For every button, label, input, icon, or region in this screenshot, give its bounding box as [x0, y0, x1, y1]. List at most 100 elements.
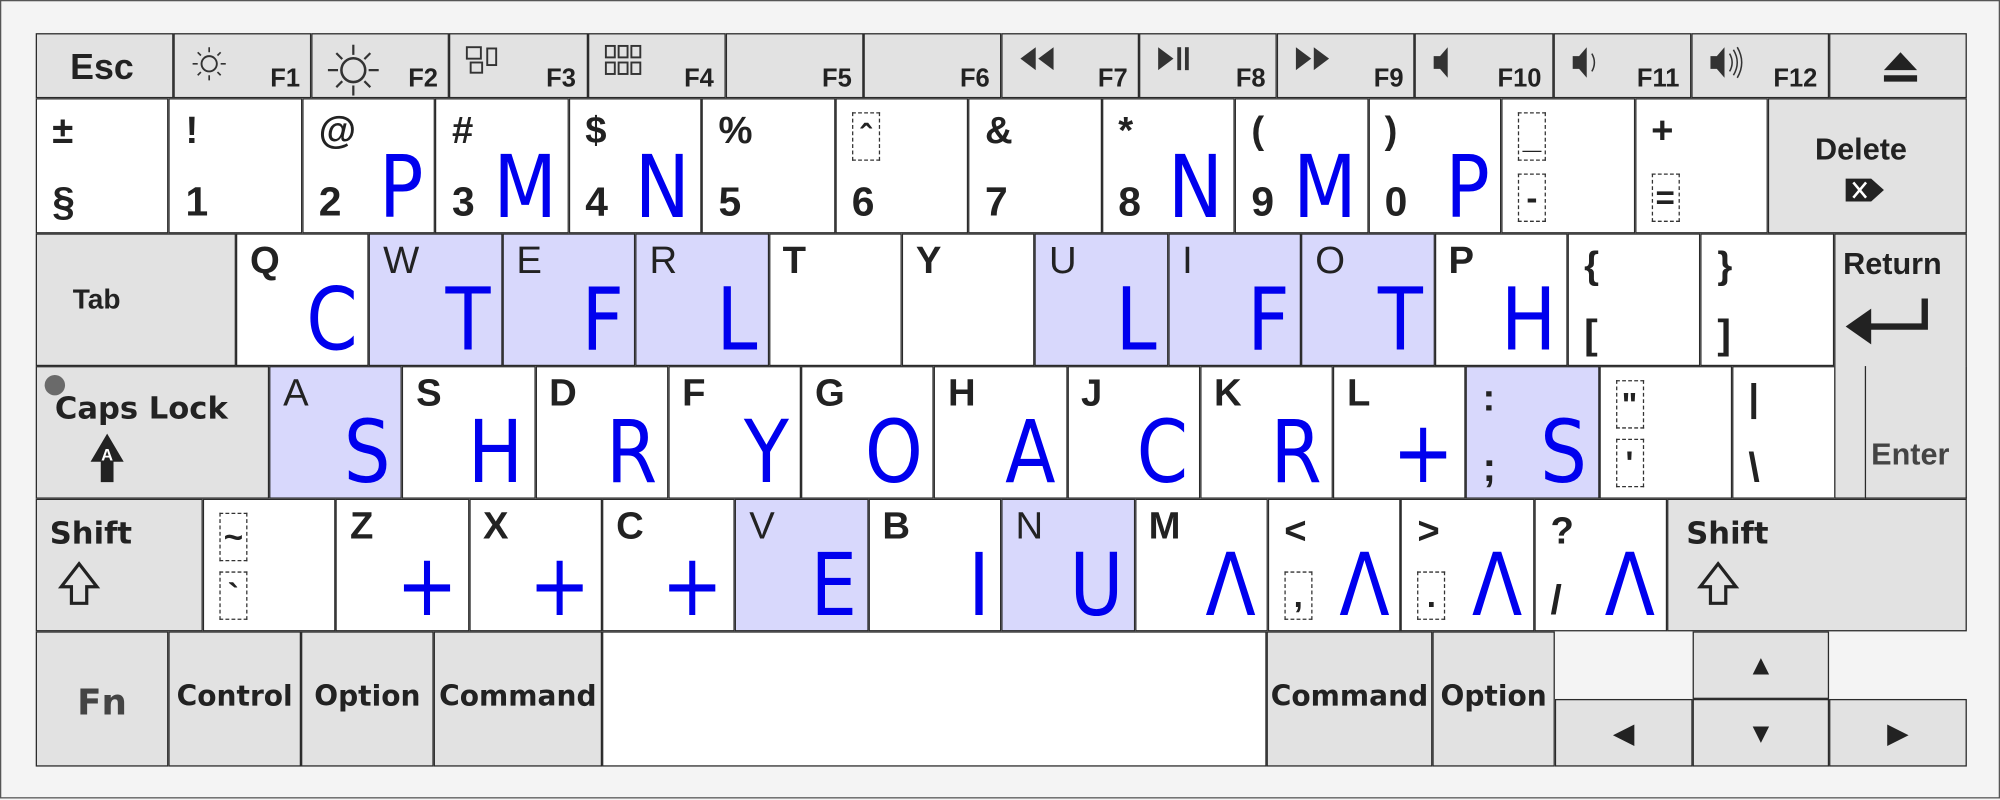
key-j[interactable]: JC: [1066, 366, 1200, 499]
key-blank[interactable]: }]: [1700, 233, 1834, 367]
blue-layout-label: P: [379, 137, 424, 234]
arrow-right-key[interactable]: ▶: [1829, 698, 1967, 767]
key-legend-shift: $: [585, 109, 607, 152]
key-u[interactable]: UL: [1034, 233, 1169, 367]
key-f6[interactable]: F6: [863, 33, 1002, 99]
key-z[interactable]: Z +: [335, 498, 470, 632]
key-legend-base: ]: [1717, 311, 1731, 358]
key-g[interactable]: GO: [801, 366, 934, 499]
key-t[interactable]: T: [768, 233, 902, 367]
key-f2[interactable]: F2: [311, 33, 450, 99]
key-k[interactable]: KR: [1199, 366, 1333, 499]
key-blank[interactable]: ? / Λ: [1533, 498, 1668, 632]
key-n[interactable]: NU: [1001, 498, 1135, 632]
key-f1[interactable]: F1: [173, 33, 312, 99]
blue-layout-label: R: [1270, 403, 1322, 499]
key-i[interactable]: IF: [1168, 233, 1302, 367]
key-caps-lock[interactable]: Caps Lock A: [35, 366, 270, 499]
blue-layout-label: F: [1247, 270, 1290, 367]
key-3[interactable]: #3 M: [435, 98, 569, 234]
key-f12[interactable]: F12: [1690, 33, 1829, 99]
key-enter[interactable]: Enter: [1864, 366, 1967, 499]
key-x[interactable]: X +: [469, 498, 603, 632]
key-8[interactable]: * 8 N: [1101, 98, 1235, 234]
key-blank[interactable]: " ': [1598, 366, 1732, 499]
blue-layout-label: +: [661, 535, 724, 632]
key-option[interactable]: Option: [1432, 631, 1555, 767]
key-command[interactable]: Command: [1266, 631, 1433, 767]
key-label: Shift: [1686, 515, 1769, 552]
arrow-up-key[interactable]: ▲: [1692, 631, 1830, 699]
key-f11[interactable]: F11: [1552, 33, 1691, 99]
key-f3[interactable]: F3: [449, 33, 588, 99]
key-label: F5: [822, 65, 852, 94]
key-w[interactable]: WT: [369, 233, 503, 367]
key-v[interactable]: VE: [735, 498, 869, 632]
key-label: Enter: [1871, 437, 1950, 472]
key-shift[interactable]: Shift: [35, 498, 203, 632]
key-blank[interactable]: _ -: [1501, 98, 1635, 234]
key-7[interactable]: & 7: [968, 98, 1102, 234]
blue-layout-label: H: [1500, 270, 1557, 367]
key-r[interactable]: RL: [635, 233, 769, 367]
brightness-up-icon: [328, 44, 380, 97]
key-p[interactable]: PH: [1434, 233, 1568, 367]
key-o[interactable]: OT: [1301, 233, 1435, 367]
key-tab[interactable]: Tab: [35, 233, 236, 367]
key-fn[interactable]: Fn: [35, 631, 169, 767]
arrow-up-icon: ▲: [1746, 648, 1775, 681]
shift-icon: [1696, 561, 1740, 613]
key-f9[interactable]: F9: [1277, 33, 1416, 99]
arrow-down-key[interactable]: ▼: [1692, 698, 1830, 767]
key-1[interactable]: ! 1: [168, 98, 303, 234]
key-f5[interactable]: F5: [725, 33, 864, 99]
key-legend-base: 0: [1384, 178, 1408, 225]
key-blank[interactable]: <, Λ: [1267, 498, 1401, 632]
key-f8[interactable]: F8: [1139, 33, 1278, 99]
key-blank[interactable]: + =: [1634, 98, 1768, 234]
key-shift[interactable]: Shift: [1667, 498, 1967, 632]
key-a[interactable]: AS: [269, 366, 403, 499]
key-control[interactable]: Control: [168, 631, 302, 767]
key-4[interactable]: $4 N: [568, 98, 702, 234]
caps-lock-icon: A: [88, 431, 126, 491]
key-blank[interactable]: :; S: [1465, 366, 1599, 499]
key-legend-shift: :: [1482, 377, 1496, 420]
key-esc[interactable]: Esc: [35, 33, 174, 99]
key-m[interactable]: MΛ: [1134, 498, 1268, 632]
key-f[interactable]: FY: [668, 366, 802, 499]
key-option[interactable]: Option: [301, 631, 434, 767]
key-blank[interactable]: ± §: [35, 98, 169, 234]
key-f4[interactable]: F4: [587, 33, 726, 99]
key-h[interactable]: HA: [933, 366, 1067, 499]
key-e[interactable]: EF: [502, 233, 636, 367]
key-label: F1: [270, 65, 301, 94]
dashed-box: _: [1517, 112, 1546, 161]
key-f10[interactable]: F10: [1415, 33, 1553, 99]
key-6[interactable]: ˆ6: [835, 98, 969, 234]
key-legend-shift: !: [185, 109, 199, 152]
key-c[interactable]: C +: [602, 498, 736, 632]
dashed-box: -: [1517, 173, 1546, 222]
key-b[interactable]: BI: [868, 498, 1002, 632]
key-blank[interactable]: >. Λ: [1400, 498, 1534, 632]
key-l[interactable]: L +: [1332, 366, 1466, 499]
space-bar[interactable]: [602, 631, 1267, 767]
key-delete[interactable]: Delete: [1767, 98, 1967, 234]
key-0[interactable]: ) 0 P: [1368, 98, 1502, 234]
key-s[interactable]: SH: [402, 366, 536, 499]
key-y[interactable]: Y: [901, 233, 1035, 367]
key-q[interactable]: QC: [235, 233, 370, 367]
key-d[interactable]: DR: [535, 366, 669, 499]
key-command[interactable]: Command: [433, 631, 603, 767]
arrow-left-key[interactable]: ◀: [1554, 698, 1693, 767]
key-f7[interactable]: F7: [1001, 33, 1140, 99]
launchpad-icon: [604, 44, 642, 82]
key-blank[interactable]: ~ `: [202, 498, 336, 632]
key-label: Option: [1440, 681, 1547, 714]
key-9[interactable]: (9 M: [1234, 98, 1369, 234]
key-blank[interactable]: {[: [1567, 233, 1701, 367]
key-2[interactable]: @2 P: [302, 98, 436, 234]
key-5[interactable]: % 5: [701, 98, 836, 234]
key-eject-icon[interactable]: [1828, 33, 1967, 99]
